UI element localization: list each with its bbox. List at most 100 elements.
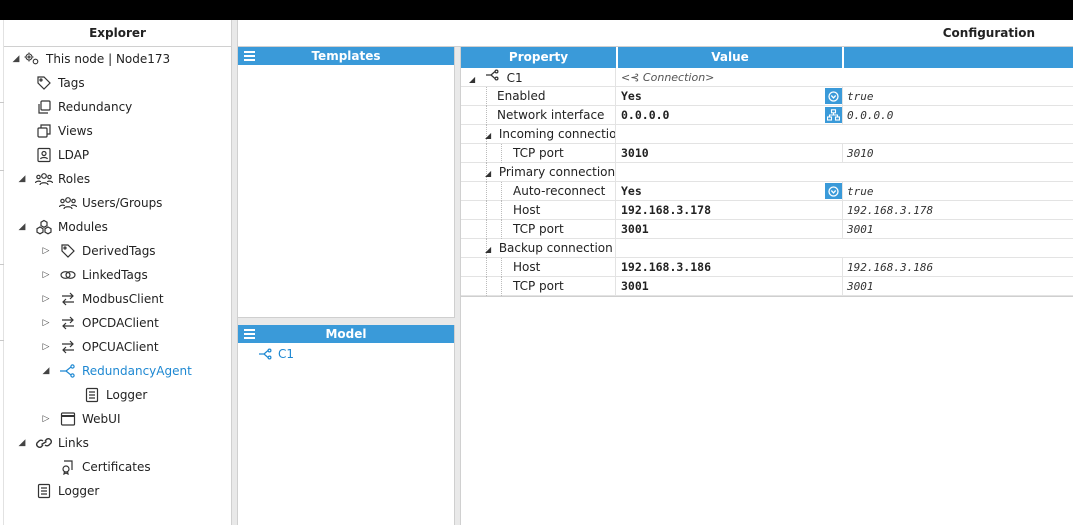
- network-interface-field[interactable]: 0.0.0.0: [617, 106, 843, 125]
- grid-row-auto-reconnect[interactable]: Auto-reconnect Yes true: [461, 182, 1073, 201]
- model-item-label: C1: [278, 347, 295, 361]
- templates-title: Templates: [311, 49, 381, 63]
- model-header: Model: [238, 325, 454, 343]
- expander-expanded-icon[interactable]: ◢: [10, 54, 22, 64]
- expander-expanded-icon[interactable]: ◢: [485, 240, 495, 258]
- tree-item-label: RedundancyAgent: [82, 364, 192, 378]
- tree-item-label: Redundancy: [58, 100, 133, 114]
- grid-row-primary-tcp-port[interactable]: TCP port 3001 3001: [461, 220, 1073, 239]
- grid-row-incoming-tcp-port[interactable]: TCP port 3010 3010: [461, 144, 1073, 163]
- row-value: Yes: [621, 89, 642, 103]
- row-default: 192.168.3.178: [847, 204, 934, 217]
- grid-row-backup-connection[interactable]: ◢ Backup connection: [461, 239, 1073, 258]
- tree-item-modbusclient[interactable]: ▷ ModbusClient: [43, 287, 164, 311]
- tree-item-certificates[interactable]: Certificates: [58, 455, 151, 479]
- tree-item-label: DerivedTags: [82, 244, 156, 258]
- top-bar: [0, 0, 1073, 20]
- chevron-down-icon[interactable]: [825, 183, 842, 199]
- tree-item-label: Logger: [106, 388, 148, 402]
- tree-item-links[interactable]: ◢ Links: [19, 431, 89, 455]
- value-column-header[interactable]: Value: [618, 47, 844, 68]
- tree-item-derivedtags[interactable]: ▷ DerivedTags: [43, 239, 156, 263]
- tree-item-views[interactable]: Views: [34, 119, 93, 143]
- row-label: Backup connection: [498, 241, 613, 255]
- tree-item-this-node[interactable]: ◢ This node | Node173: [10, 47, 171, 71]
- tree-item-label: Users/Groups: [82, 196, 163, 210]
- expander-expanded-icon[interactable]: ◢: [16, 174, 28, 184]
- row-value[interactable]: 192.168.3.186: [617, 258, 843, 277]
- row-label: Auto-reconnect: [461, 182, 616, 201]
- expander-expanded-icon[interactable]: ◢: [16, 222, 28, 232]
- row-label: TCP port: [461, 144, 616, 163]
- connection-icon: [258, 348, 274, 360]
- expander-expanded-icon[interactable]: ◢: [40, 366, 52, 376]
- tree-item-redundancy[interactable]: Redundancy: [34, 95, 132, 119]
- expander-expanded-icon[interactable]: ◢: [485, 126, 495, 144]
- expander-collapsed-icon[interactable]: ▷: [40, 318, 52, 328]
- tree-item-label: This node | Node173: [46, 52, 171, 66]
- row-label: TCP port: [461, 220, 616, 239]
- expander-collapsed-icon[interactable]: ▷: [40, 246, 52, 256]
- tree-item-tags[interactable]: Tags: [34, 71, 85, 95]
- row-value[interactable]: 3001: [617, 220, 843, 239]
- expander-expanded-icon[interactable]: ◢: [16, 438, 28, 448]
- grid-row-backup-host[interactable]: Host 192.168.3.186 192.168.3.186: [461, 258, 1073, 277]
- model-item-c1[interactable]: C1: [258, 347, 294, 361]
- row-label: Primary connection: [498, 165, 616, 179]
- property-grid: Property Value ◢ C1 <⊰ Connection> Enabl…: [461, 47, 1073, 525]
- row-label: Host: [461, 258, 616, 277]
- tree-item-ldap[interactable]: LDAP: [34, 143, 89, 167]
- expander-collapsed-icon[interactable]: ▷: [40, 414, 52, 424]
- arrows-exchange-icon: [58, 315, 78, 331]
- row-default: 3001: [847, 223, 874, 236]
- expander-collapsed-icon[interactable]: ▷: [40, 342, 52, 352]
- network-select-icon[interactable]: [825, 107, 842, 123]
- tree-item-opcdaclient[interactable]: ▷ OPCDAClient: [43, 311, 159, 335]
- grid-row-enabled[interactable]: Enabled Yes true: [461, 87, 1073, 106]
- model-title: Model: [325, 327, 367, 341]
- grid-row-network-interface[interactable]: Network interface 0.0.0.0 0.0.0.0: [461, 106, 1073, 125]
- templates-panel: Templates: [238, 47, 455, 318]
- grid-row-primary-host[interactable]: Host 192.168.3.178 192.168.3.178: [461, 201, 1073, 220]
- row-default: 3001: [847, 280, 874, 293]
- model-panel: Model C1: [238, 325, 455, 525]
- chevron-down-icon[interactable]: [825, 88, 842, 104]
- row-label: TCP port: [461, 277, 616, 296]
- row-default: 0.0.0.0: [847, 109, 894, 122]
- row-value: 0.0.0.0: [621, 108, 670, 122]
- grid-row-primary-connection[interactable]: ◢ Primary connection: [461, 163, 1073, 182]
- property-column-header[interactable]: Property: [461, 47, 618, 68]
- templates-model-splitter[interactable]: [238, 318, 455, 325]
- tree-item-opcuaclient[interactable]: ▷ OPCUAClient: [43, 335, 159, 359]
- row-default: true: [847, 90, 874, 103]
- expander-collapsed-icon[interactable]: ▷: [40, 270, 52, 280]
- configuration-header: Configuration: [238, 20, 1073, 47]
- enabled-dropdown[interactable]: Yes: [617, 87, 843, 106]
- row-value[interactable]: 192.168.3.178: [617, 201, 843, 220]
- arrows-exchange-icon: [58, 291, 78, 307]
- tree-item-webui[interactable]: ▷ WebUI: [43, 407, 121, 431]
- tree-item-redundancyagent[interactable]: ◢ RedundancyAgent: [43, 359, 192, 383]
- row-label: C1: [506, 71, 523, 85]
- row-value[interactable]: 3010: [617, 144, 843, 163]
- row-value[interactable]: 3001: [617, 277, 843, 296]
- tree-item-users-groups[interactable]: Users/Groups: [58, 191, 162, 215]
- auto-reconnect-dropdown[interactable]: Yes: [617, 182, 843, 201]
- tree-item-agent-logger[interactable]: Logger: [82, 383, 147, 407]
- connection-icon: [485, 68, 501, 87]
- tree-item-label: LinkedTags: [82, 268, 148, 282]
- expander-expanded-icon[interactable]: ◢: [485, 164, 495, 182]
- expander-expanded-icon[interactable]: ◢: [469, 70, 479, 87]
- hamburger-menu-icon[interactable]: [244, 329, 255, 341]
- grid-row-backup-tcp-port[interactable]: TCP port 3001 3001: [461, 277, 1073, 296]
- certificate-icon: [58, 459, 78, 475]
- hamburger-menu-icon[interactable]: [244, 51, 255, 63]
- expander-collapsed-icon[interactable]: ▷: [40, 294, 52, 304]
- grid-row-c1[interactable]: ◢ C1 <⊰ Connection>: [461, 68, 1073, 87]
- tree-item-linkedtags[interactable]: ▷ LinkedTags: [43, 263, 148, 287]
- tree-item-logger[interactable]: Logger: [34, 479, 99, 503]
- grid-row-incoming-connection[interactable]: ◢ Incoming connection: [461, 125, 1073, 144]
- tree-item-roles[interactable]: ◢ Roles: [19, 167, 91, 191]
- row-default: true: [847, 185, 874, 198]
- tree-item-modules[interactable]: ◢ Modules: [19, 215, 108, 239]
